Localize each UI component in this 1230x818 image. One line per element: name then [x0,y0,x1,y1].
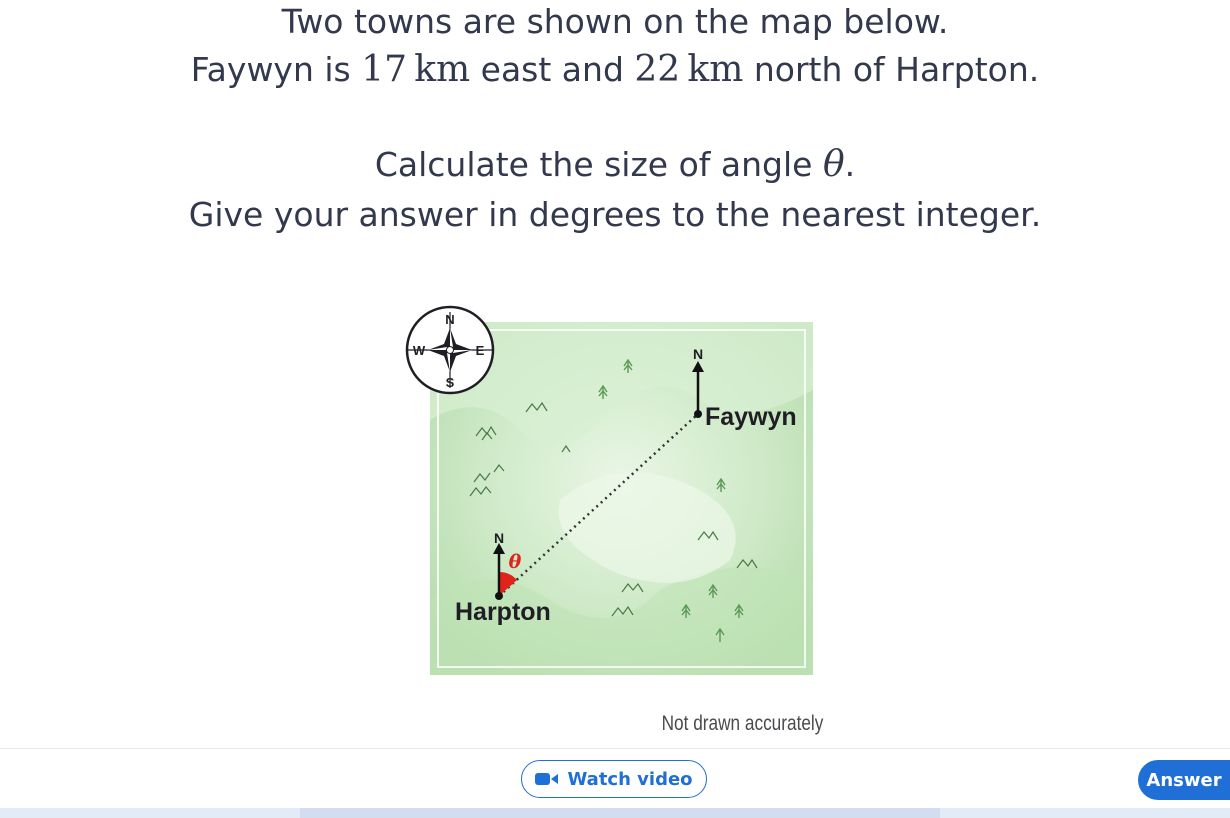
bottom-bar-highlight [300,808,940,818]
compass-rose: N E S W [405,305,495,395]
town-name-faywyn: Faywyn [190,50,314,89]
compass-west-label: W [413,343,426,358]
watch-video-label: Watch video [567,768,693,790]
compass-south-label: S [446,375,455,390]
town-label-harpton: Harpton [455,598,551,626]
text-fragment: Calculate the size of angle [374,145,823,184]
question-line-4: Give your answer in degrees to the neare… [188,195,1042,234]
footer-divider [0,748,1230,749]
text-fragment: east and [470,50,635,89]
north-label-harpton: N [494,530,504,546]
town-label-faywyn: Faywyn [705,403,797,431]
text-fragment: north of [743,50,896,89]
east-distance: 17 km [361,49,471,90]
question-line-1: Two towns are shown on the map below. [281,2,949,41]
watch-video-button[interactable]: Watch video [521,760,707,798]
not-drawn-accurately-note: Not drawn accurately [661,712,824,735]
map-figure: N E S W θ N N Faywyn Harpton [405,305,813,675]
answer-label: Answer [1146,769,1222,791]
question-line-2: Faywyn is 17 km east and 22 km north of … [0,48,1230,92]
north-label-faywyn: N [693,346,703,362]
text-fragment: is [313,50,362,89]
text-fragment: . [844,145,856,184]
angle-theta-label: θ [509,551,522,573]
theta-symbol: θ [822,144,845,185]
north-distance: 22 km [634,49,744,90]
answer-button[interactable]: Answer [1138,760,1230,800]
question-line-3: Calculate the size of angle θ. [0,143,1230,187]
text-fragment: . [1028,50,1040,89]
town-name-harpton: Harpton [895,50,1029,89]
video-camera-icon [535,773,559,785]
compass-north-label: N [445,312,454,327]
compass-east-label: E [476,343,485,358]
town-dot-faywyn [694,410,702,418]
